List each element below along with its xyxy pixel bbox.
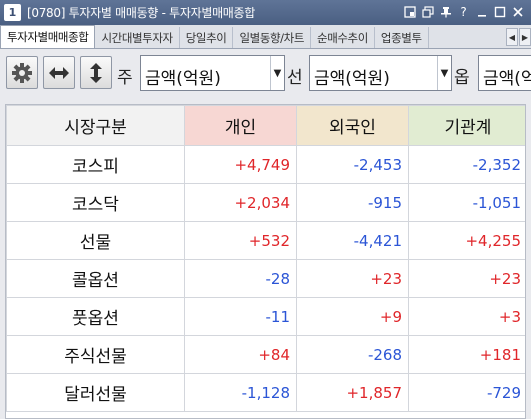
copy-window-icon[interactable] (420, 4, 435, 20)
value-individual: +532 (184, 221, 297, 260)
title-bar: 1 [0780] 투자자별 매매동향 - 투자자별매매종합 ? (0, 0, 531, 25)
table-row[interactable]: 콜옵션 -28 +23 +23 (6, 259, 525, 298)
summary-table: 시장구분 개인 외국인 기관계 코스피 +4,749 -2,453 -2,352… (6, 105, 525, 412)
tab-sector-investor[interactable]: 업종별투 (375, 27, 429, 48)
value-institution: +3 (408, 297, 525, 336)
header-institution[interactable]: 기관계 (408, 105, 525, 146)
tab-scroll-left-icon[interactable]: ◀ (506, 28, 518, 46)
vertical-arrows-icon (90, 62, 102, 83)
tab-scroll: ◀ ▶ (506, 28, 531, 46)
header-foreign[interactable]: 외국인 (296, 105, 409, 146)
table-row[interactable]: 풋옵션 -11 +9 +3 (6, 297, 525, 336)
table-row[interactable]: 선물 +532 -4,421 +4,255 (6, 221, 525, 260)
tab-time-investor[interactable]: 시간대별투자자 (95, 27, 180, 48)
chevron-down-icon[interactable]: ▼ (270, 56, 284, 90)
value-institution: +4,255 (408, 221, 525, 260)
value-foreign: +9 (296, 297, 409, 336)
gear-icon (12, 62, 32, 83)
market-name: 선물 (6, 221, 185, 260)
table-row[interactable]: 코스닥 +2,034 -915 -1,051 (6, 183, 525, 222)
chevron-down-icon[interactable]: ▼ (437, 56, 451, 90)
tab-investor-summary[interactable]: 투자자별매매종합 (0, 25, 96, 48)
futures-label: 선 (287, 68, 303, 88)
value-individual: +2,034 (184, 183, 297, 222)
horizontal-arrows-icon (49, 66, 69, 79)
tab-bar: 투자자별매매종합 시간대별투자자 당일추이 일별동향/차트 순매수추이 업종별투… (0, 25, 531, 49)
tab-daily-trend[interactable]: 당일추이 (180, 27, 234, 48)
value-foreign: +1,857 (296, 373, 409, 412)
title-buttons: ? (402, 4, 525, 20)
market-name: 콜옵션 (6, 259, 185, 298)
market-name: 달러선물 (6, 373, 185, 412)
tab-scroll-right-icon[interactable]: ▶ (519, 28, 531, 46)
market-name: 코스닥 (6, 183, 185, 222)
minimize-icon[interactable] (474, 4, 489, 20)
value-foreign: -2,453 (296, 145, 409, 184)
value-foreign: -268 (296, 335, 409, 374)
header-market[interactable]: 시장구분 (6, 105, 185, 146)
table-row[interactable]: 달러선물 -1,128 +1,857 -729 (6, 373, 525, 412)
tab-daily-chart[interactable]: 일별동향/차트 (233, 27, 312, 48)
value-individual: +84 (184, 335, 297, 374)
header-individual[interactable]: 개인 (184, 105, 297, 146)
window-title: [0780] 투자자별 매매동향 - 투자자별매매종합 (27, 6, 256, 20)
table-header-row: 시장구분 개인 외국인 기관계 (6, 105, 525, 146)
pin-icon[interactable] (438, 4, 453, 20)
value-individual: -1,128 (184, 373, 297, 412)
value-institution: +23 (408, 259, 525, 298)
window-number: 1 (4, 4, 21, 21)
market-name: 코스피 (6, 145, 185, 184)
value-institution: -1,051 (408, 183, 525, 222)
investor-summary-grid: 시장구분 개인 외국인 기관계 코스피 +4,749 -2,453 -2,352… (5, 104, 526, 419)
value-foreign: -4,421 (296, 221, 409, 260)
options-unit-value: 금액(억원 (483, 69, 531, 89)
value-institution: -2,352 (408, 145, 525, 184)
toolbar: 주 금액(억원) ▼ 선 금액(억원) ▼ 옵 금액(억원 (0, 50, 531, 98)
value-individual: +4,749 (184, 145, 297, 184)
table-row[interactable]: 주식선물 +84 -268 +181 (6, 335, 525, 374)
value-foreign: -915 (296, 183, 409, 222)
stock-label: 주 (117, 68, 133, 88)
help-icon[interactable]: ? (456, 4, 471, 20)
value-foreign: +23 (296, 259, 409, 298)
horizontal-resize-button[interactable] (43, 56, 75, 89)
value-institution: -729 (408, 373, 525, 412)
settings-button[interactable] (6, 56, 38, 89)
value-institution: +181 (408, 335, 525, 374)
close-icon[interactable] (510, 4, 525, 20)
market-name: 풋옵션 (6, 297, 185, 336)
vertical-resize-button[interactable] (80, 56, 112, 89)
table-row[interactable]: 코스피 +4,749 -2,453 -2,352 (6, 145, 525, 184)
options-unit-select[interactable]: 금액(억원 (478, 55, 531, 91)
value-individual: -11 (184, 297, 297, 336)
stock-unit-value: 금액(억원) (145, 69, 221, 89)
stock-unit-select[interactable]: 금액(억원) ▼ (140, 55, 285, 91)
futures-unit-value: 금액(억원) (314, 69, 390, 89)
link-icon[interactable] (402, 4, 417, 20)
futures-unit-select[interactable]: 금액(억원) ▼ (309, 55, 452, 91)
value-individual: -28 (184, 259, 297, 298)
tab-net-buy-trend[interactable]: 순매수추이 (311, 27, 375, 48)
options-label: 옵 (454, 68, 470, 88)
maximize-icon[interactable] (492, 4, 507, 20)
market-name: 주식선물 (6, 335, 185, 374)
